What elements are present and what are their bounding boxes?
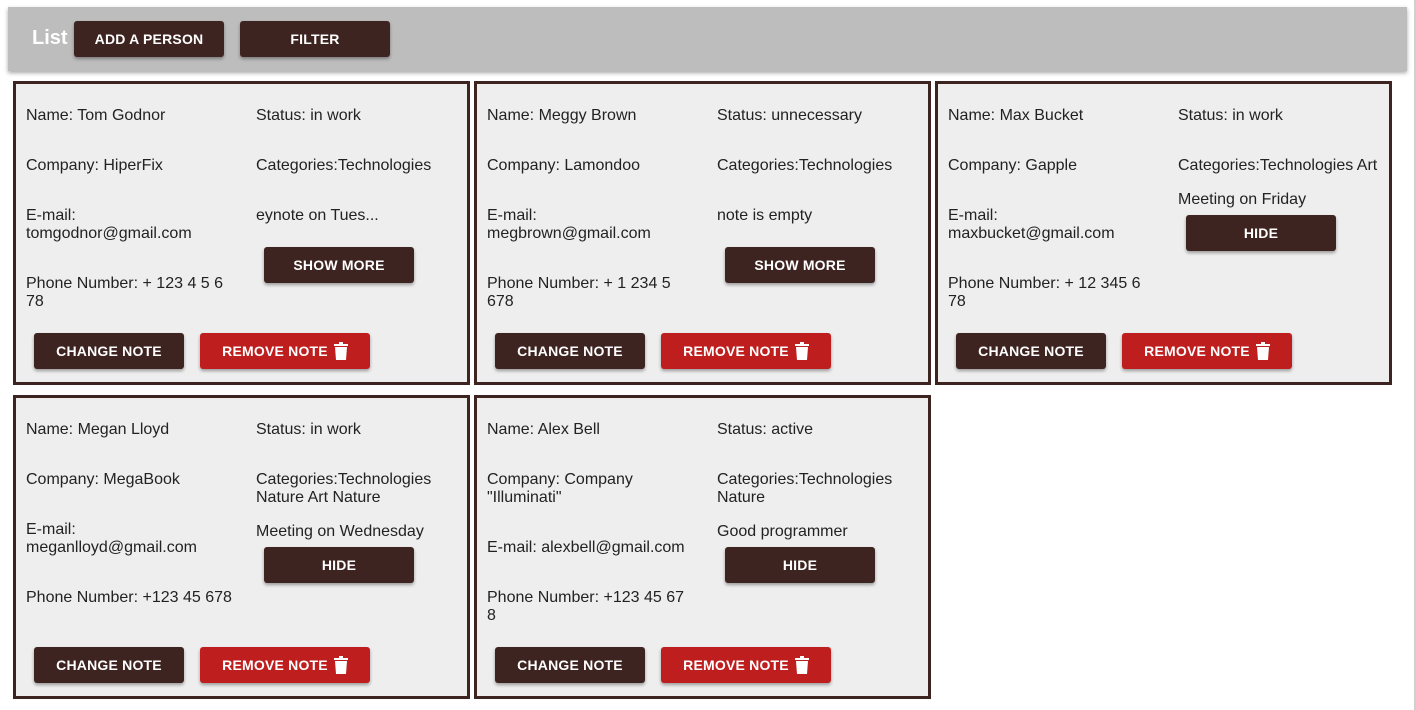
person-name: Name: Alex Bell [487, 421, 600, 438]
person-phone: Phone Number: + 1 234 5 678 [487, 275, 671, 310]
person-status: Status: unnecessary [717, 107, 862, 124]
hide-button[interactable]: HIDE [264, 547, 414, 583]
trash-icon [794, 656, 809, 674]
person-categories: Categories:Technologies Nature [717, 471, 893, 506]
person-card: Name: Alex Bell Status: active Company: … [474, 395, 931, 699]
show-more-button[interactable]: SHOW MORE [725, 247, 875, 283]
person-card: Name: Meggy Brown Status: unnecessary Co… [474, 81, 931, 385]
page-title: List [32, 27, 68, 49]
person-company: Company: Company "Illuminati" [487, 471, 633, 506]
remove-note-label: REMOVE NOTE [1144, 343, 1250, 359]
change-note-button[interactable]: CHANGE NOTE [34, 647, 184, 683]
person-company: Company: Lamondoo [487, 157, 640, 174]
person-company: Company: HiperFix [26, 157, 163, 174]
change-note-button[interactable]: CHANGE NOTE [495, 647, 645, 683]
remove-note-label: REMOVE NOTE [222, 343, 328, 359]
trash-icon [333, 656, 348, 674]
trash-icon [333, 342, 348, 360]
filter-button[interactable]: FILTER [240, 21, 390, 57]
person-status: Status: in work [1178, 107, 1283, 124]
person-card: Name: Max Bucket Status: in work Company… [935, 81, 1392, 385]
remove-note-label: REMOVE NOTE [683, 343, 789, 359]
person-company: Company: MegaBook [26, 471, 180, 488]
person-note: Good programmer [717, 523, 848, 540]
change-note-button[interactable]: CHANGE NOTE [34, 333, 184, 369]
person-card: Name: Tom Godnor Status: in work Company… [13, 81, 470, 385]
person-note: eynote on Tues... [256, 207, 379, 224]
change-note-button[interactable]: CHANGE NOTE [956, 333, 1106, 369]
person-email: E-mail: meganlloyd@gmail.com [26, 521, 197, 556]
hide-button[interactable]: HIDE [725, 547, 875, 583]
person-email: E-mail: alexbell@gmail.com [487, 539, 685, 556]
person-name: Name: Meggy Brown [487, 107, 637, 124]
person-name: Name: Max Bucket [948, 107, 1084, 124]
person-status: Status: in work [256, 421, 361, 438]
person-phone: Phone Number: + 12 345 6 78 [948, 275, 1141, 310]
person-categories: Categories:Technologies Art [1178, 157, 1378, 174]
remove-note-button[interactable]: REMOVE NOTE [661, 333, 831, 369]
remove-note-button[interactable]: REMOVE NOTE [200, 647, 370, 683]
change-note-button[interactable]: CHANGE NOTE [495, 333, 645, 369]
person-email: E-mail: megbrown@gmail.com [487, 207, 651, 242]
person-note: note is empty [717, 207, 813, 224]
hide-button[interactable]: HIDE [1186, 215, 1336, 251]
person-name: Name: Tom Godnor [26, 107, 166, 124]
person-card: Name: Megan Lloyd Status: in work Compan… [13, 395, 470, 699]
person-email: E-mail: tomgodnor@gmail.com [26, 207, 192, 242]
person-company: Company: Gapple [948, 157, 1077, 174]
person-note: Meeting on Friday [1178, 191, 1307, 208]
top-app-bar: List ADD A PERSON FILTER [8, 7, 1407, 71]
remove-note-button[interactable]: REMOVE NOTE [200, 333, 370, 369]
show-more-button[interactable]: SHOW MORE [264, 247, 414, 283]
person-name: Name: Megan Lloyd [26, 421, 170, 438]
person-categories: Categories:Technologies [717, 157, 893, 174]
trash-icon [1255, 342, 1270, 360]
person-status: Status: in work [256, 107, 361, 124]
add-person-button[interactable]: ADD A PERSON [74, 21, 224, 57]
remove-note-button[interactable]: REMOVE NOTE [661, 647, 831, 683]
trash-icon [794, 342, 809, 360]
remove-note-label: REMOVE NOTE [683, 657, 789, 673]
remove-note-label: REMOVE NOTE [222, 657, 328, 673]
remove-note-button[interactable]: REMOVE NOTE [1122, 333, 1292, 369]
person-categories: Categories:Technologies Nature Art Natur… [256, 471, 432, 506]
person-categories: Categories:Technologies [256, 157, 432, 174]
person-status: Status: active [717, 421, 814, 438]
person-phone: Phone Number: +123 45 678 [26, 589, 232, 606]
person-phone: Phone Number: + 123 4 5 6 78 [26, 275, 224, 310]
person-email: E-mail: maxbucket@gmail.com [948, 207, 1115, 242]
person-note: Meeting on Wednesday [256, 523, 424, 540]
person-phone: Phone Number: +123 45 67 8 [487, 589, 685, 624]
